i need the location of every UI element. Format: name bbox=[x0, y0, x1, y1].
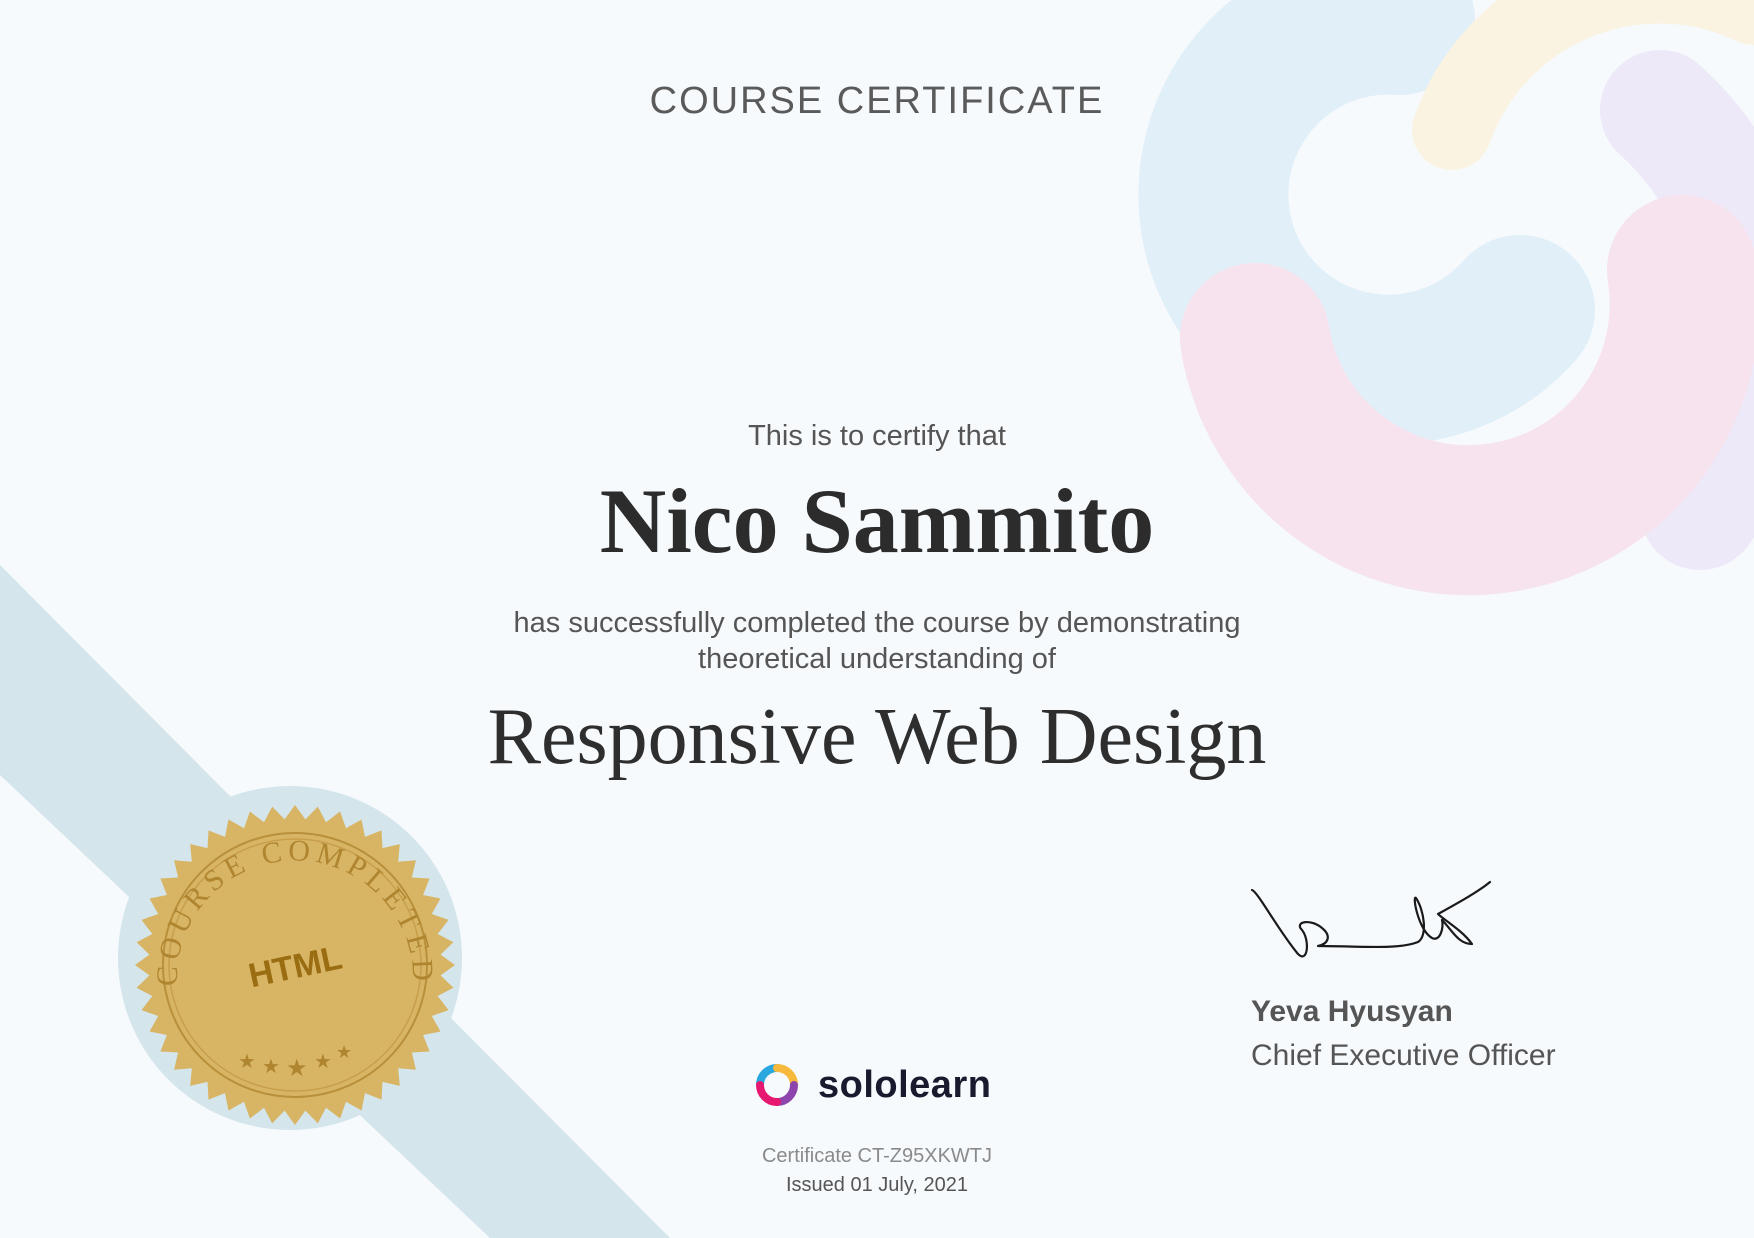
seal-star-icon: ★ bbox=[314, 1051, 332, 1073]
certificate-id: Certificate CT-Z95XKWTJ bbox=[761, 1145, 993, 1167]
brand-name: sololearn bbox=[818, 1063, 992, 1106]
seal-star-icon: ★ bbox=[286, 1055, 308, 1082]
seal-star-icon: ★ bbox=[336, 1042, 352, 1062]
seal-star-icon: ★ bbox=[238, 1051, 256, 1073]
brand-logo: sololearn bbox=[752, 1058, 991, 1112]
seal-star-icon: ★ bbox=[262, 1056, 280, 1078]
description-line-2: theoretical understanding of bbox=[698, 643, 1056, 675]
recipient-name: Nico Sammito bbox=[599, 470, 1155, 572]
signature-icon bbox=[1250, 880, 1492, 958]
signer-title: Chief Executive Officer bbox=[1251, 1039, 1556, 1072]
certify-text: This is to certify that bbox=[748, 420, 1006, 452]
course-name: Responsive Web Design bbox=[487, 693, 1267, 781]
gold-seal-icon: COURSE COMPLETED HTML ★ ★ ★ ★ ★ bbox=[135, 805, 455, 1125]
issued-date: Issued 01 July, 2021 bbox=[786, 1174, 968, 1196]
course-description: has successfully completed the course by… bbox=[0, 605, 1754, 677]
description-line-1: has successfully completed the course by… bbox=[513, 607, 1241, 639]
signer-name: Yeva Hyusyan bbox=[1251, 995, 1453, 1028]
certificate-heading: COURSE CERTIFICATE bbox=[649, 80, 1105, 122]
sololearn-logo-icon bbox=[756, 1064, 798, 1106]
signer-block: Yeva Hyusyan Chief Executive Officer bbox=[1251, 990, 1556, 1078]
